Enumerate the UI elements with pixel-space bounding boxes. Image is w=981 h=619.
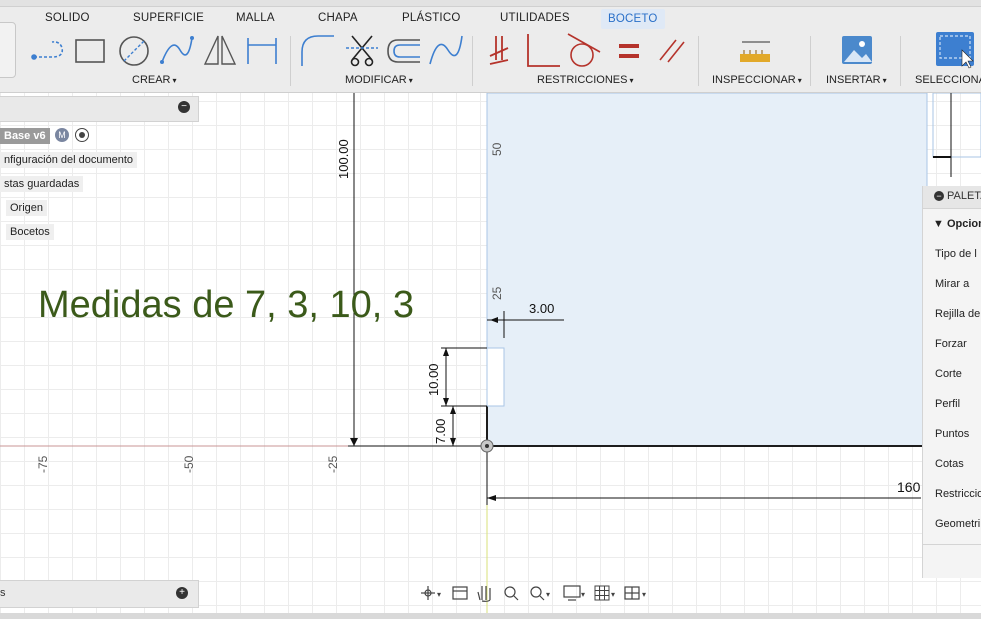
browser-root[interactable]: Base v6	[0, 128, 50, 144]
circle-tool-icon[interactable]	[119, 36, 149, 66]
viewports-icon[interactable]	[624, 586, 640, 600]
group-crear[interactable]: CREAR	[132, 74, 177, 86]
coincident-constraint-icon[interactable]	[489, 36, 509, 65]
dimension-7[interactable]: 7.00	[433, 419, 448, 444]
component-icon[interactable]: M	[55, 128, 69, 142]
browser-item-sketches[interactable]: Bocetos	[6, 224, 54, 240]
offset-tool-icon[interactable]	[387, 39, 420, 63]
tab-plastico[interactable]: PLÁSTICO	[402, 12, 460, 24]
tab-boceto[interactable]: BOCETO	[601, 9, 665, 29]
ruler-x-label: -75	[36, 455, 50, 473]
triangle-down-icon: ▼	[933, 218, 947, 230]
palette-option[interactable]: Puntos	[935, 428, 969, 440]
fillet-tool-icon[interactable]	[301, 35, 334, 66]
browser-panel-header[interactable]: −	[0, 96, 199, 122]
perpendicular-constraint-icon[interactable]	[527, 34, 560, 67]
sketch-rect[interactable]	[486, 347, 505, 407]
zoom-icon[interactable]	[504, 586, 519, 601]
palette-option[interactable]: Perfil	[935, 398, 960, 410]
palette-header[interactable]: − PALETA	[923, 186, 981, 209]
navigation-bar: ▾ ▾ ▾ ▾ ▾	[421, 585, 646, 602]
ruler-x-label: -25	[326, 455, 340, 473]
expand-icon[interactable]: +	[176, 587, 188, 599]
group-inspeccionar[interactable]: INSPECCIONAR	[712, 74, 802, 86]
sketch-geometry	[0, 93, 981, 613]
palette-collapse-icon[interactable]: −	[934, 191, 944, 201]
sketch-palette: − PALETA ▼ Opcion Tipo de l Mirar a Reji…	[922, 186, 981, 578]
collapse-icon[interactable]: −	[178, 101, 190, 113]
browser-item-named-views[interactable]: stas guardadas	[0, 176, 84, 192]
spline-tool-icon[interactable]	[160, 36, 194, 64]
fit-icon[interactable]	[530, 586, 545, 601]
tangent-constraint-icon[interactable]	[567, 33, 601, 67]
palette-option[interactable]: Corte	[935, 368, 962, 380]
sketch-scale-icon[interactable]	[429, 35, 463, 65]
top-window-strip	[0, 0, 981, 7]
dimension-3[interactable]: 3.00	[529, 301, 554, 316]
rectangle-tool-icon[interactable]	[75, 39, 105, 63]
svg-text:▾: ▾	[546, 590, 550, 599]
tab-chapa[interactable]: CHAPA	[318, 12, 358, 24]
status-bar	[0, 613, 981, 619]
palette-option[interactable]: Restriccio	[935, 488, 981, 500]
ruler-x-label: -50	[182, 455, 196, 473]
tab-solido[interactable]: SOLIDO	[45, 12, 90, 24]
svg-text:▾: ▾	[437, 590, 441, 599]
radio-activate-icon[interactable]	[75, 128, 89, 142]
palette-option[interactable]: Forzar	[935, 338, 967, 350]
group-modificar[interactable]: MODIFICAR	[345, 74, 413, 86]
select-icon[interactable]	[936, 32, 974, 69]
palette-section-label: Opcion	[946, 218, 981, 230]
sketch-profile[interactable]	[486, 93, 928, 447]
dimension-10[interactable]: 10.00	[426, 363, 441, 396]
comments-panel[interactable]: s +	[0, 580, 199, 608]
browser-item-document-settings[interactable]: nfiguración del documento	[0, 152, 138, 168]
svg-text:▾: ▾	[611, 590, 615, 599]
mirror-tool-icon[interactable]	[203, 35, 237, 65]
palette-option[interactable]: Mirar a	[935, 278, 969, 290]
ruler-y-label: 50	[490, 142, 504, 156]
tab-superficie[interactable]: SUPERFICIE	[133, 12, 204, 24]
annotation-text: Medidas de 7, 3, 10, 3	[38, 284, 415, 326]
insert-image-icon[interactable]	[842, 36, 872, 64]
grid-settings-icon[interactable]	[594, 585, 610, 601]
sketch-canvas[interactable]: -75 -50 -25 50 25 100.00 3.00 10.00 7.00…	[0, 93, 981, 613]
line-tool-icon[interactable]	[31, 41, 64, 60]
dimension-160[interactable]: 160	[897, 479, 920, 495]
comments-label: s	[0, 587, 6, 599]
svg-text:▾: ▾	[642, 590, 646, 599]
palette-option[interactable]: Tipo de l	[935, 248, 977, 260]
palette-option[interactable]: Geometri	[935, 518, 980, 530]
palette-option[interactable]: Cotas	[935, 458, 964, 470]
ribbon-tabs: SOLIDO SUPERFICIE MALLA CHAPA PLÁSTICO U…	[0, 0, 981, 30]
palette-title: PALETA	[947, 190, 981, 202]
palette-divider	[923, 544, 981, 545]
group-seleccionar[interactable]: SELECCIONA	[915, 74, 981, 86]
dimension-100[interactable]: 100.00	[336, 139, 351, 179]
measure-icon[interactable]	[740, 41, 770, 62]
browser-item-origin[interactable]: Origen	[6, 200, 48, 216]
orbit-icon[interactable]	[421, 586, 435, 600]
parallel-constraint-icon[interactable]	[659, 39, 685, 63]
dimension-tool-icon[interactable]	[247, 38, 277, 64]
palette-option[interactable]: Rejilla de	[935, 308, 980, 320]
tab-malla[interactable]: MALLA	[236, 12, 275, 24]
tab-utilidades[interactable]: UTILIDADES	[500, 12, 570, 24]
ruler-y-label: 25	[490, 286, 504, 300]
display-settings-icon[interactable]	[563, 585, 581, 601]
group-insertar[interactable]: INSERTAR	[826, 74, 887, 86]
svg-text:▾: ▾	[581, 590, 585, 599]
look-at-icon[interactable]	[452, 586, 468, 600]
trim-tool-icon[interactable]	[346, 35, 378, 67]
pan-hand-icon[interactable]	[477, 586, 491, 602]
palette-section-options[interactable]: ▼ Opcion	[933, 218, 981, 230]
equal-constraint-icon[interactable]	[619, 44, 639, 58]
group-restricciones[interactable]: RESTRICCIONES	[537, 74, 633, 86]
